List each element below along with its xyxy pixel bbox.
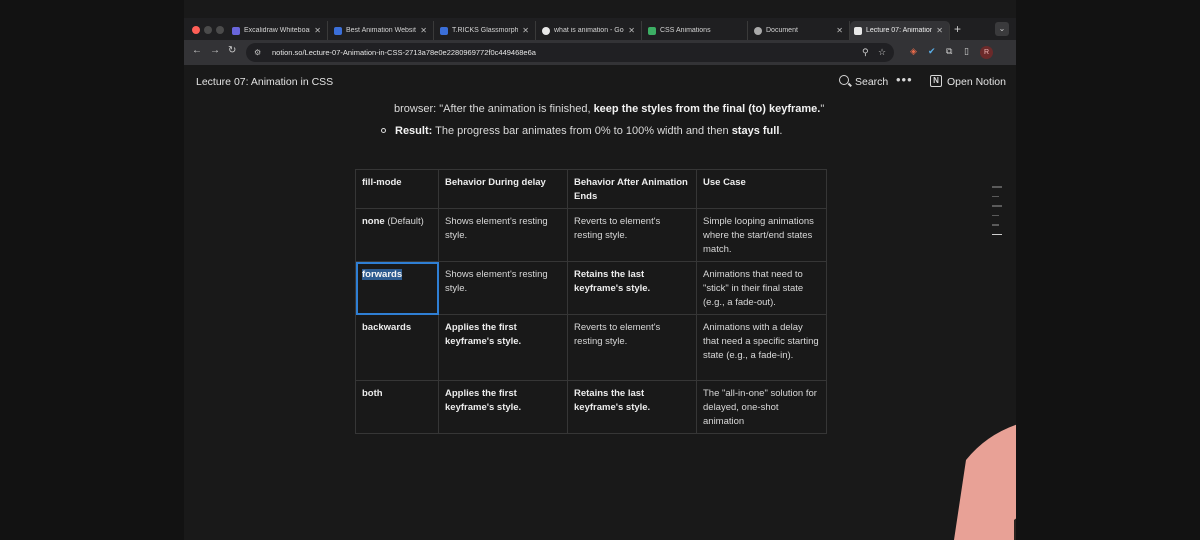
left-letterbox	[0, 0, 184, 540]
close-window-button[interactable]	[192, 26, 200, 34]
maximize-window-button[interactable]	[216, 26, 224, 34]
search-button[interactable]: Search	[855, 76, 888, 88]
table-row: forwards Shows element's resting style. …	[355, 261, 827, 315]
table-cell[interactable]: Reverts to element's resting style.	[567, 314, 697, 381]
extension-icon[interactable]: ◈	[910, 46, 917, 57]
notion-logo-icon[interactable]: N	[930, 75, 942, 87]
tab-strip: Excalidraw Whiteboard ✕ Best Animation We…	[184, 18, 1016, 40]
table-cell[interactable]: Retains the last keyframe's style.	[567, 380, 697, 434]
page-title[interactable]: Lecture 07: Animation in CSS	[196, 76, 333, 88]
url-text[interactable]: notion.so/Lecture-07-Animation-in-CSS-27…	[272, 48, 536, 57]
address-bar[interactable]: ⚙ notion.so/Lecture-07-Animation-in-CSS-…	[246, 43, 894, 62]
bookmark-star-icon[interactable]: ☆	[878, 47, 886, 58]
presenter-webcam-overlay	[954, 424, 1016, 540]
table-cell[interactable]: Simple looping animations where the star…	[696, 208, 827, 262]
table-cell[interactable]: Applies the first keyframe's style.	[438, 380, 568, 434]
table-cell[interactable]: Retains the last keyframe's style.	[567, 261, 697, 315]
table-cell[interactable]: Shows element's resting style.	[438, 208, 568, 262]
profile-avatar[interactable]: R	[980, 46, 993, 59]
tab-search-dropdown-icon[interactable]: ⌄	[995, 22, 1009, 36]
excalidraw-favicon-icon	[232, 26, 240, 35]
tab-document[interactable]: Document ✕	[750, 21, 850, 40]
table-cell[interactable]: Animations with a delay that need a spec…	[696, 314, 827, 381]
table-row: none (Default) Shows element's resting s…	[355, 208, 827, 262]
extensions-puzzle-icon[interactable]: ⧉	[946, 46, 952, 57]
bullet-icon	[381, 128, 386, 133]
notion-favicon-icon	[854, 26, 862, 35]
tab-css-animations[interactable]: CSS Animations✕	[644, 21, 748, 40]
table-cell-mode[interactable]: backwards	[355, 314, 439, 381]
more-options-button[interactable]: •••	[896, 72, 913, 87]
zoom-icon[interactable]: ⚲	[862, 47, 869, 58]
new-tab-button[interactable]: +	[954, 22, 961, 36]
sidebar-toggle-icon[interactable]: ▯	[964, 46, 969, 57]
table-header-row: fill-mode Behavior During delay Behavior…	[355, 169, 827, 209]
fill-mode-table: fill-mode Behavior During delay Behavior…	[355, 169, 827, 434]
table-cell[interactable]: Animations that need to "stick" in their…	[696, 261, 827, 315]
table-of-contents-minimap[interactable]	[992, 186, 1002, 243]
table-cell-mode[interactable]: both	[355, 380, 439, 434]
tab-lecture-active[interactable]: Lecture 07: Animation in CSS✕	[850, 21, 950, 40]
minimize-window-button[interactable]	[204, 26, 212, 34]
tab-tricks[interactable]: T.RICKS Glassmorphism✕	[436, 21, 536, 40]
address-toolbar: ← → ↻ ⚙ notion.so/Lecture-07-Animation-i…	[184, 40, 1016, 65]
table-row: backwards Applies the first keyframe's s…	[355, 314, 827, 381]
table-header-cell[interactable]: Behavior After Animation Ends	[567, 169, 697, 209]
table-row: both Applies the first keyframe's style.…	[355, 380, 827, 434]
webflow-favicon-icon	[334, 26, 342, 35]
table-cell[interactable]: The "all-in-one" solution for delayed, o…	[696, 380, 827, 434]
right-letterbox	[1016, 0, 1200, 540]
table-cell-mode-selected[interactable]: forwards	[355, 261, 439, 315]
tab-close-icon[interactable]: ✕	[314, 26, 321, 35]
tab-close-icon[interactable]: ✕	[836, 26, 843, 35]
notion-header: Lecture 07: Animation in CSS Search ••• …	[184, 65, 1016, 99]
tab-excalidraw[interactable]: Excalidraw Whiteboard ✕	[228, 21, 328, 40]
browser-window: Excalidraw Whiteboard ✕ Best Animation We…	[184, 0, 1016, 540]
tab-google-search[interactable]: what is animation - Google✕	[538, 21, 642, 40]
back-arrow-icon[interactable]: ←	[192, 45, 202, 56]
extension-check-icon[interactable]: ✔	[928, 46, 936, 57]
table-cell[interactable]: Applies the first keyframe's style.	[438, 314, 568, 381]
result-bullet: Result: The progress bar animates from 0…	[395, 125, 783, 137]
reload-icon[interactable]: ↻	[228, 45, 236, 56]
globe-icon	[754, 26, 762, 35]
tab-close-icon[interactable]: ✕	[420, 26, 427, 35]
paragraph-keep-styles: browser: "After the animation is finishe…	[394, 103, 825, 115]
table-header-cell[interactable]: Behavior During delay	[438, 169, 568, 209]
open-notion-button[interactable]: Open Notion	[947, 76, 1006, 88]
tab-close-icon[interactable]: ✕	[628, 26, 635, 35]
search-icon[interactable]	[839, 75, 849, 85]
tab-close-icon[interactable]: ✕	[936, 26, 943, 35]
site-settings-icon[interactable]: ⚙	[254, 48, 268, 57]
table-header-cell[interactable]: Use Case	[696, 169, 827, 209]
webflow-favicon-icon	[440, 26, 448, 35]
table-header-cell[interactable]: fill-mode	[355, 169, 439, 209]
tab-close-icon[interactable]: ✕	[522, 26, 529, 35]
table-cell[interactable]: Shows element's resting style.	[438, 261, 568, 315]
tab-best-animation[interactable]: Best Animation Websites ✕	[330, 21, 434, 40]
forward-arrow-icon[interactable]: →	[210, 45, 220, 56]
table-cell-mode[interactable]: none (Default)	[355, 208, 439, 262]
css-animations-favicon-icon	[648, 26, 656, 35]
table-cell[interactable]: Reverts to element's resting style.	[567, 208, 697, 262]
google-favicon-icon	[542, 26, 550, 35]
